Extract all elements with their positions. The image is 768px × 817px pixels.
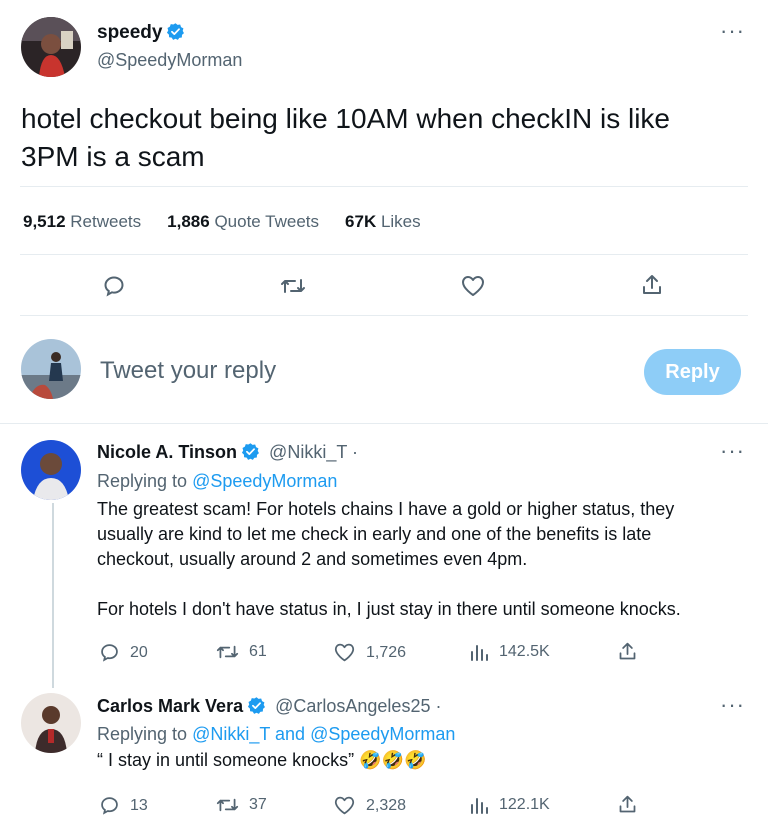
tweet-text-line: 3PM is a scam: [21, 141, 205, 172]
retweets-count: 9,512: [23, 212, 66, 231]
author-display-name[interactable]: speedy: [97, 22, 185, 44]
share-icon[interactable]: [617, 794, 638, 815]
replying-prefix: Replying to: [97, 724, 188, 744]
quotes-count: 1,886: [167, 212, 210, 231]
reply-text-line: “ I stay in until someone knocks”: [97, 750, 355, 770]
likes-stat[interactable]: 67K Likes: [345, 212, 421, 232]
views-count: 142.5K: [499, 643, 550, 660]
verified-badge-icon: [166, 22, 185, 41]
author-avatar[interactable]: [21, 17, 81, 77]
reply-text-line: For hotels I don't have status in, I jus…: [97, 599, 681, 619]
like-icon[interactable]: [460, 274, 486, 298]
like-action[interactable]: 2,328: [333, 795, 406, 816]
replying-prefix: Replying to: [97, 471, 188, 491]
verified-badge-icon: [241, 442, 260, 461]
reply-header: Carlos Mark Vera @CarlosAngeles25 ·: [97, 696, 441, 717]
divider: [0, 423, 768, 424]
like-count: 1,726: [366, 643, 407, 661]
share-icon[interactable]: [640, 273, 664, 297]
reply-handle[interactable]: @CarlosAngeles25: [275, 696, 430, 716]
tweet-text-line: hotel checkout being like 10AM when chec…: [21, 103, 671, 134]
tweet-text: hotel checkout being like 10AM when chec…: [21, 100, 670, 176]
reply-avatar[interactable]: [21, 440, 81, 500]
retweet-count: 61: [249, 643, 267, 660]
like-icon: [333, 795, 356, 816]
more-icon[interactable]: ···: [720, 694, 745, 716]
separator: ·: [435, 696, 442, 716]
likes-count: 67K: [345, 212, 377, 231]
more-icon[interactable]: ···: [720, 440, 745, 462]
tweet-stats: 9,512 Retweets 1,886 Quote Tweets 67K Li…: [23, 212, 421, 232]
reply-action[interactable]: 13: [99, 795, 148, 816]
more-icon[interactable]: ···: [720, 20, 745, 42]
likes-label: Likes: [380, 212, 421, 231]
retweet-action[interactable]: 61: [216, 642, 267, 662]
reply-text-line: usually are kind to let me check in earl…: [97, 524, 652, 544]
reply-avatar[interactable]: [21, 693, 81, 753]
reply-text-line: The greatest scam! For hotels chains I h…: [97, 499, 675, 519]
reply-button[interactable]: Reply: [644, 349, 741, 395]
author-handle[interactable]: @SpeedyMorman: [97, 50, 242, 71]
retweet-icon[interactable]: [280, 275, 306, 297]
reply-display-name[interactable]: Carlos Mark Vera: [97, 696, 243, 716]
reply-text: “ I stay in until someone knocks” 🤣🤣🤣: [97, 750, 426, 771]
retweets-label: Retweets: [70, 212, 142, 231]
reply-display-name[interactable]: Nicole A. Tinson: [97, 442, 237, 462]
reply-count: 20: [130, 643, 148, 661]
reply-icon: [99, 795, 120, 816]
views-icon: [469, 795, 489, 815]
author-name-text[interactable]: speedy: [97, 22, 162, 43]
reply-text: The greatest scam! For hotels chains I h…: [97, 497, 757, 622]
replying-to: Replying to @SpeedyMorman: [97, 471, 337, 492]
views-count: 122.1K: [499, 796, 550, 813]
reply-icon[interactable]: [102, 274, 126, 298]
quotes-stat[interactable]: 1,886 Quote Tweets: [167, 212, 319, 232]
replying-to: Replying to @Nikki_T and @SpeedyMorman: [97, 724, 455, 745]
mention-link[interactable]: @SpeedyMorman: [192, 471, 337, 491]
retweet-icon: [216, 795, 239, 815]
like-count: 2,328: [366, 796, 407, 814]
share-icon[interactable]: [617, 641, 638, 662]
views-icon: [469, 642, 489, 662]
retweets-stat[interactable]: 9,512 Retweets: [23, 212, 141, 232]
divider: [20, 254, 748, 255]
views-action[interactable]: 142.5K: [469, 642, 550, 662]
thread-line: [52, 503, 54, 688]
emoji: 🤣🤣🤣: [359, 750, 427, 770]
like-icon: [333, 642, 356, 663]
retweet-count: 37: [249, 796, 267, 813]
verified-badge-icon: [247, 696, 266, 715]
mention-link[interactable]: @Nikki_T and @SpeedyMorman: [192, 724, 455, 744]
reply-action[interactable]: 20: [99, 642, 148, 663]
separator: ·: [352, 442, 359, 462]
reply-icon: [99, 642, 120, 663]
current-user-avatar: [21, 339, 81, 399]
quotes-label: Quote Tweets: [214, 212, 320, 231]
divider: [20, 186, 748, 187]
reply-count: 13: [130, 796, 148, 814]
reply-input[interactable]: Tweet your reply: [100, 357, 276, 385]
retweet-action[interactable]: 37: [216, 795, 267, 815]
reply-handle[interactable]: @Nikki_T: [269, 442, 347, 462]
views-action[interactable]: 122.1K: [469, 795, 550, 815]
like-action[interactable]: 1,726: [333, 642, 406, 663]
reply-text-line: checkout, usually around 2 and sometimes…: [97, 549, 528, 569]
divider: [20, 315, 748, 316]
retweet-icon: [216, 642, 239, 662]
reply-header: Nicole A. Tinson @Nikki_T ·: [97, 442, 358, 463]
